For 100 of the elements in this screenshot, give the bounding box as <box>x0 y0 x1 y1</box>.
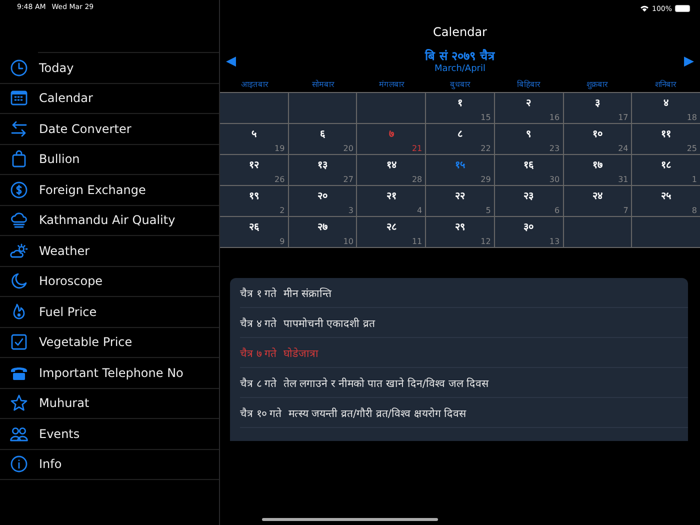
gregorian-date: 21 <box>412 144 422 153</box>
previous-month-button[interactable]: ◀ <box>226 52 236 68</box>
weekday-label: सोमबार <box>310 78 336 89</box>
gregorian-date: 9 <box>280 237 285 246</box>
sidebar-item[interactable]: Date Converter <box>0 114 219 144</box>
gregorian-date: 12 <box>480 237 491 246</box>
day-cell[interactable]: ११ 25 <box>632 124 700 154</box>
clock-icon <box>10 58 28 77</box>
weekday-label: बुधबार <box>448 79 472 89</box>
sidebar-item[interactable]: Weather <box>0 236 219 266</box>
weekday-label: बिहिबार <box>516 78 542 89</box>
sidebar-item[interactable]: Calendar <box>0 84 219 114</box>
sidebar-item[interactable]: Foreign Exchange <box>0 175 219 206</box>
event-text: चैत्र ४ गते पापमोचनी एकादशी व्रत <box>240 316 376 330</box>
day-cell[interactable]: ५ 19 <box>220 124 288 154</box>
event-text: चैत्र ७ गते घोडेजात्रा <box>240 346 318 360</box>
info-icon <box>10 455 28 474</box>
day-cell[interactable]: २७ 10 <box>288 217 356 247</box>
day-cell[interactable]: २९ 12 <box>426 217 494 247</box>
moon-icon <box>10 272 28 290</box>
dollar-circle-icon <box>10 180 28 199</box>
gregorian-date: 3 <box>348 206 354 215</box>
month-subtitle: March/April <box>434 64 486 74</box>
day-cell[interactable]: ३ 17 <box>564 93 632 123</box>
sidebar-item[interactable]: Horoscope <box>0 266 219 297</box>
gregorian-date: 18 <box>686 113 697 122</box>
day-cell[interactable]: ८ 22 <box>426 124 494 154</box>
sidebar-item[interactable]: Fuel Price <box>0 297 219 328</box>
day-cell[interactable]: २५ 8 <box>632 186 700 216</box>
checkbox-icon <box>10 333 28 352</box>
gregorian-date: 19 <box>274 144 285 153</box>
day-cell[interactable]: ६ 20 <box>288 124 356 154</box>
sidebar-item[interactable]: Kathmandu Air Quality <box>0 206 219 236</box>
people-icon <box>10 424 28 443</box>
day-cell[interactable]: १९ 2 <box>220 186 288 216</box>
day-cell[interactable]: २६ 9 <box>220 217 288 247</box>
day-cell[interactable]: २४ 7 <box>564 186 632 216</box>
day-cell[interactable]: २२ 5 <box>426 186 494 216</box>
event-text: चैत्र ८ गते तेल लगाउने र नीमको पात खाने दिन/विश्व जल दिवस <box>240 376 489 390</box>
month-title: बि सं २०७९ चैत्र <box>425 48 495 64</box>
sidebar-item[interactable]: Today <box>0 53 219 84</box>
gregorian-date: 22 <box>480 144 491 153</box>
weekday-label: शनिबार <box>654 78 678 89</box>
day-cell[interactable]: ४ 18 <box>632 93 700 123</box>
weekday-label: शुक्रबार <box>586 79 609 89</box>
day-cell[interactable]: १७ 31 <box>564 155 632 185</box>
gregorian-date: 24 <box>618 144 628 153</box>
gregorian-date: 8 <box>692 206 697 215</box>
day-cell[interactable]: ९ 23 <box>494 124 563 154</box>
gregorian-date: 26 <box>274 175 285 184</box>
sidebar-item[interactable]: Vegetable Price <box>0 328 219 358</box>
event-text: चैत्र १० गते मत्स्य जयन्ती व्रत/गौरी व्रत/विश्व क्षयरोग दिवस <box>240 406 466 420</box>
gregorian-date: 4 <box>417 206 422 215</box>
day-cell[interactable]: २ 16 <box>494 93 563 123</box>
weekday-label: आइतबार <box>240 79 270 89</box>
gregorian-date: 2 <box>280 206 285 215</box>
day-cell[interactable]: १८ 1 <box>632 155 700 185</box>
sidebar-item[interactable]: Bullion <box>0 144 219 175</box>
wifi-icon <box>640 5 649 12</box>
event-text: चैत्र १ गते मीन संक्रान्ति <box>240 286 332 300</box>
gregorian-date: 6 <box>554 206 560 215</box>
gregorian-date: 5 <box>486 206 491 215</box>
sidebar-item[interactable]: Info <box>0 450 219 480</box>
gregorian-date: 23 <box>549 144 560 153</box>
day-cell[interactable]: १० 24 <box>564 124 632 154</box>
swap-arrows-icon <box>10 120 28 138</box>
day-cell[interactable]: २८ 11 <box>357 217 426 247</box>
calendar-icon <box>10 89 28 108</box>
bag-icon <box>10 150 28 168</box>
cloud-icon <box>10 211 28 230</box>
gregorian-date: 17 <box>618 113 628 122</box>
gregorian-date: 20 <box>343 144 354 153</box>
day-cell[interactable]: १४ 28 <box>357 155 426 185</box>
gregorian-date: 27 <box>343 175 354 184</box>
day-cell[interactable]: ३० 13 <box>494 217 563 247</box>
gregorian-date: 7 <box>623 206 628 215</box>
gregorian-date: 28 <box>412 175 422 184</box>
day-cell[interactable]: १६ 30 <box>494 155 563 185</box>
star-icon <box>10 394 28 412</box>
day-cell[interactable]: १५ 29 <box>426 155 494 185</box>
next-month-button[interactable]: ▶ <box>684 52 694 68</box>
sidebar-item[interactable]: Events <box>0 419 219 450</box>
gregorian-date: 15 <box>480 113 491 122</box>
gregorian-date: 30 <box>549 175 560 184</box>
day-cell[interactable]: २३ 6 <box>494 186 563 216</box>
gregorian-date: 1 <box>692 175 697 184</box>
weekday-label: मंगलबार <box>378 79 406 89</box>
gregorian-date: 16 <box>549 113 560 122</box>
sidebar-item[interactable]: Muhurat <box>0 388 219 419</box>
day-cell[interactable]: १३ 27 <box>288 155 356 185</box>
day-cell[interactable]: १२ 26 <box>220 155 288 185</box>
day-cell[interactable]: १ 15 <box>426 93 494 123</box>
gregorian-date: 25 <box>686 144 697 153</box>
battery-icon <box>675 5 690 12</box>
day-cell[interactable]: २० 3 <box>288 186 356 216</box>
page-title: Calendar <box>433 25 487 41</box>
gregorian-date: 10 <box>343 237 354 246</box>
gregorian-date: 29 <box>480 175 491 184</box>
sidebar-item[interactable]: Important Telephone No <box>0 358 219 388</box>
day-cell[interactable]: २१ 4 <box>357 186 426 216</box>
